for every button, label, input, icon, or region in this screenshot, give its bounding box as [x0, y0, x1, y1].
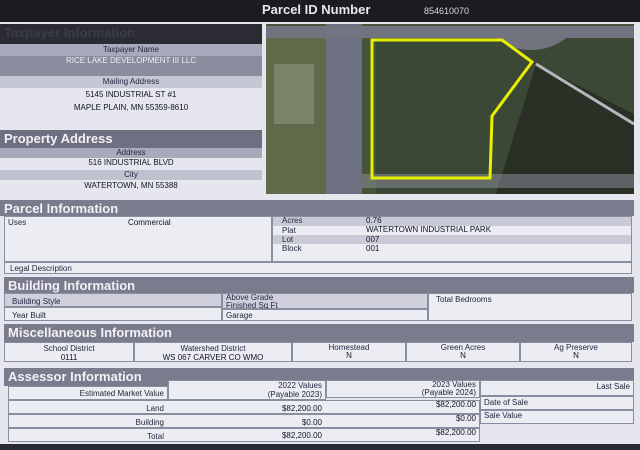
col-2023-line2: (Payable 2024) [421, 388, 476, 397]
mailing-address-line1: 5145 INDUSTRIAL ST #1 [85, 90, 177, 99]
property-city-value: WATERTOWN, MN 55388 [84, 181, 178, 190]
legal-description-label: Legal Description [10, 264, 72, 273]
green-acres-value: N [460, 351, 466, 360]
top-bar: Parcel ID Number 854610070 [0, 0, 640, 22]
misc-info-header: Miscellaneous Information [4, 324, 634, 342]
total-bedrooms-label: Total Bedrooms [436, 295, 492, 304]
year-built-label: Year Built [12, 311, 46, 320]
block-label: Block [282, 244, 302, 253]
uses-label: Uses [8, 218, 27, 227]
lot-label: Lot [282, 235, 294, 244]
building-info-header: Building Information [4, 277, 634, 293]
disclaimer-strip [0, 444, 640, 450]
emv-label: Estimated Market Value [79, 389, 164, 398]
sale-value-label: Sale Value [484, 411, 523, 420]
plat-value: WATERTOWN INDUSTRIAL PARK [366, 225, 492, 234]
last-sale-label: Last Sale [596, 382, 630, 391]
date-of-sale-label: Date of Sale [484, 398, 529, 407]
plat-label: Plat [282, 226, 296, 235]
land-2023-value: $82,200.00 [435, 400, 476, 409]
acres-value: 0.76 [366, 216, 382, 225]
parcel-id-label: Parcel ID Number [262, 2, 371, 17]
total-2022-value: $82,200.00 [281, 431, 322, 440]
property-address-header: Property Address [0, 130, 262, 148]
property-address-value: 516 INDUSTRIAL BLVD [88, 158, 174, 167]
taxpayer-name-label: Taxpayer Name [102, 45, 160, 54]
land-2022-value: $82,200.00 [281, 404, 322, 413]
parcel-aerial-map[interactable] [266, 24, 634, 194]
uses-value: Commercial [128, 218, 171, 227]
taxpayer-section-header: Taxpayer Information [0, 24, 262, 44]
taxpayer-name: RICE LAKE DEVELOPMENT III LLC [65, 56, 197, 65]
watershed-value: WS 067 CARVER CO WMO [162, 353, 264, 362]
mailing-address-line2: MAPLE PLAIN, MN 55359-8610 [73, 103, 189, 112]
parcel-report-sheet: Parcel ID Number 854610070 Taxpayer Info… [0, 0, 640, 450]
total-label: Total [147, 432, 164, 441]
aerial-map-image [266, 24, 634, 194]
building-2023-value: $0.00 [455, 414, 476, 423]
property-address-label: Address [116, 148, 146, 157]
building-2022-value: $0.00 [301, 418, 322, 427]
building-value-label: Building [135, 418, 164, 427]
watershed-label: Watershed District [180, 344, 246, 353]
legal-description-cell [4, 262, 632, 274]
block-value: 001 [366, 244, 380, 253]
school-district-value: 0111 [60, 353, 78, 362]
mailing-address-label: Mailing Address [102, 77, 160, 86]
ag-preserve-value: N [573, 351, 579, 360]
total-2023-value: $82,200.00 [435, 428, 476, 437]
garage-label: Garage [226, 311, 253, 320]
acres-label: Acres [282, 216, 303, 225]
lot-row [273, 235, 631, 244]
parcel-id-value: 854610070 [424, 6, 470, 16]
lot-value: 007 [366, 235, 380, 244]
parcel-info-header: Parcel Information [0, 200, 634, 216]
col-2022-line1: 2022 Values [278, 381, 322, 390]
school-district-label: School District [43, 344, 95, 353]
homestead-value: N [346, 351, 352, 360]
land-label: Land [146, 404, 164, 413]
property-city-label: City [124, 170, 138, 179]
col-2022-line2: (Payable 2023) [267, 390, 322, 399]
building-style-label: Building Style [12, 297, 61, 306]
